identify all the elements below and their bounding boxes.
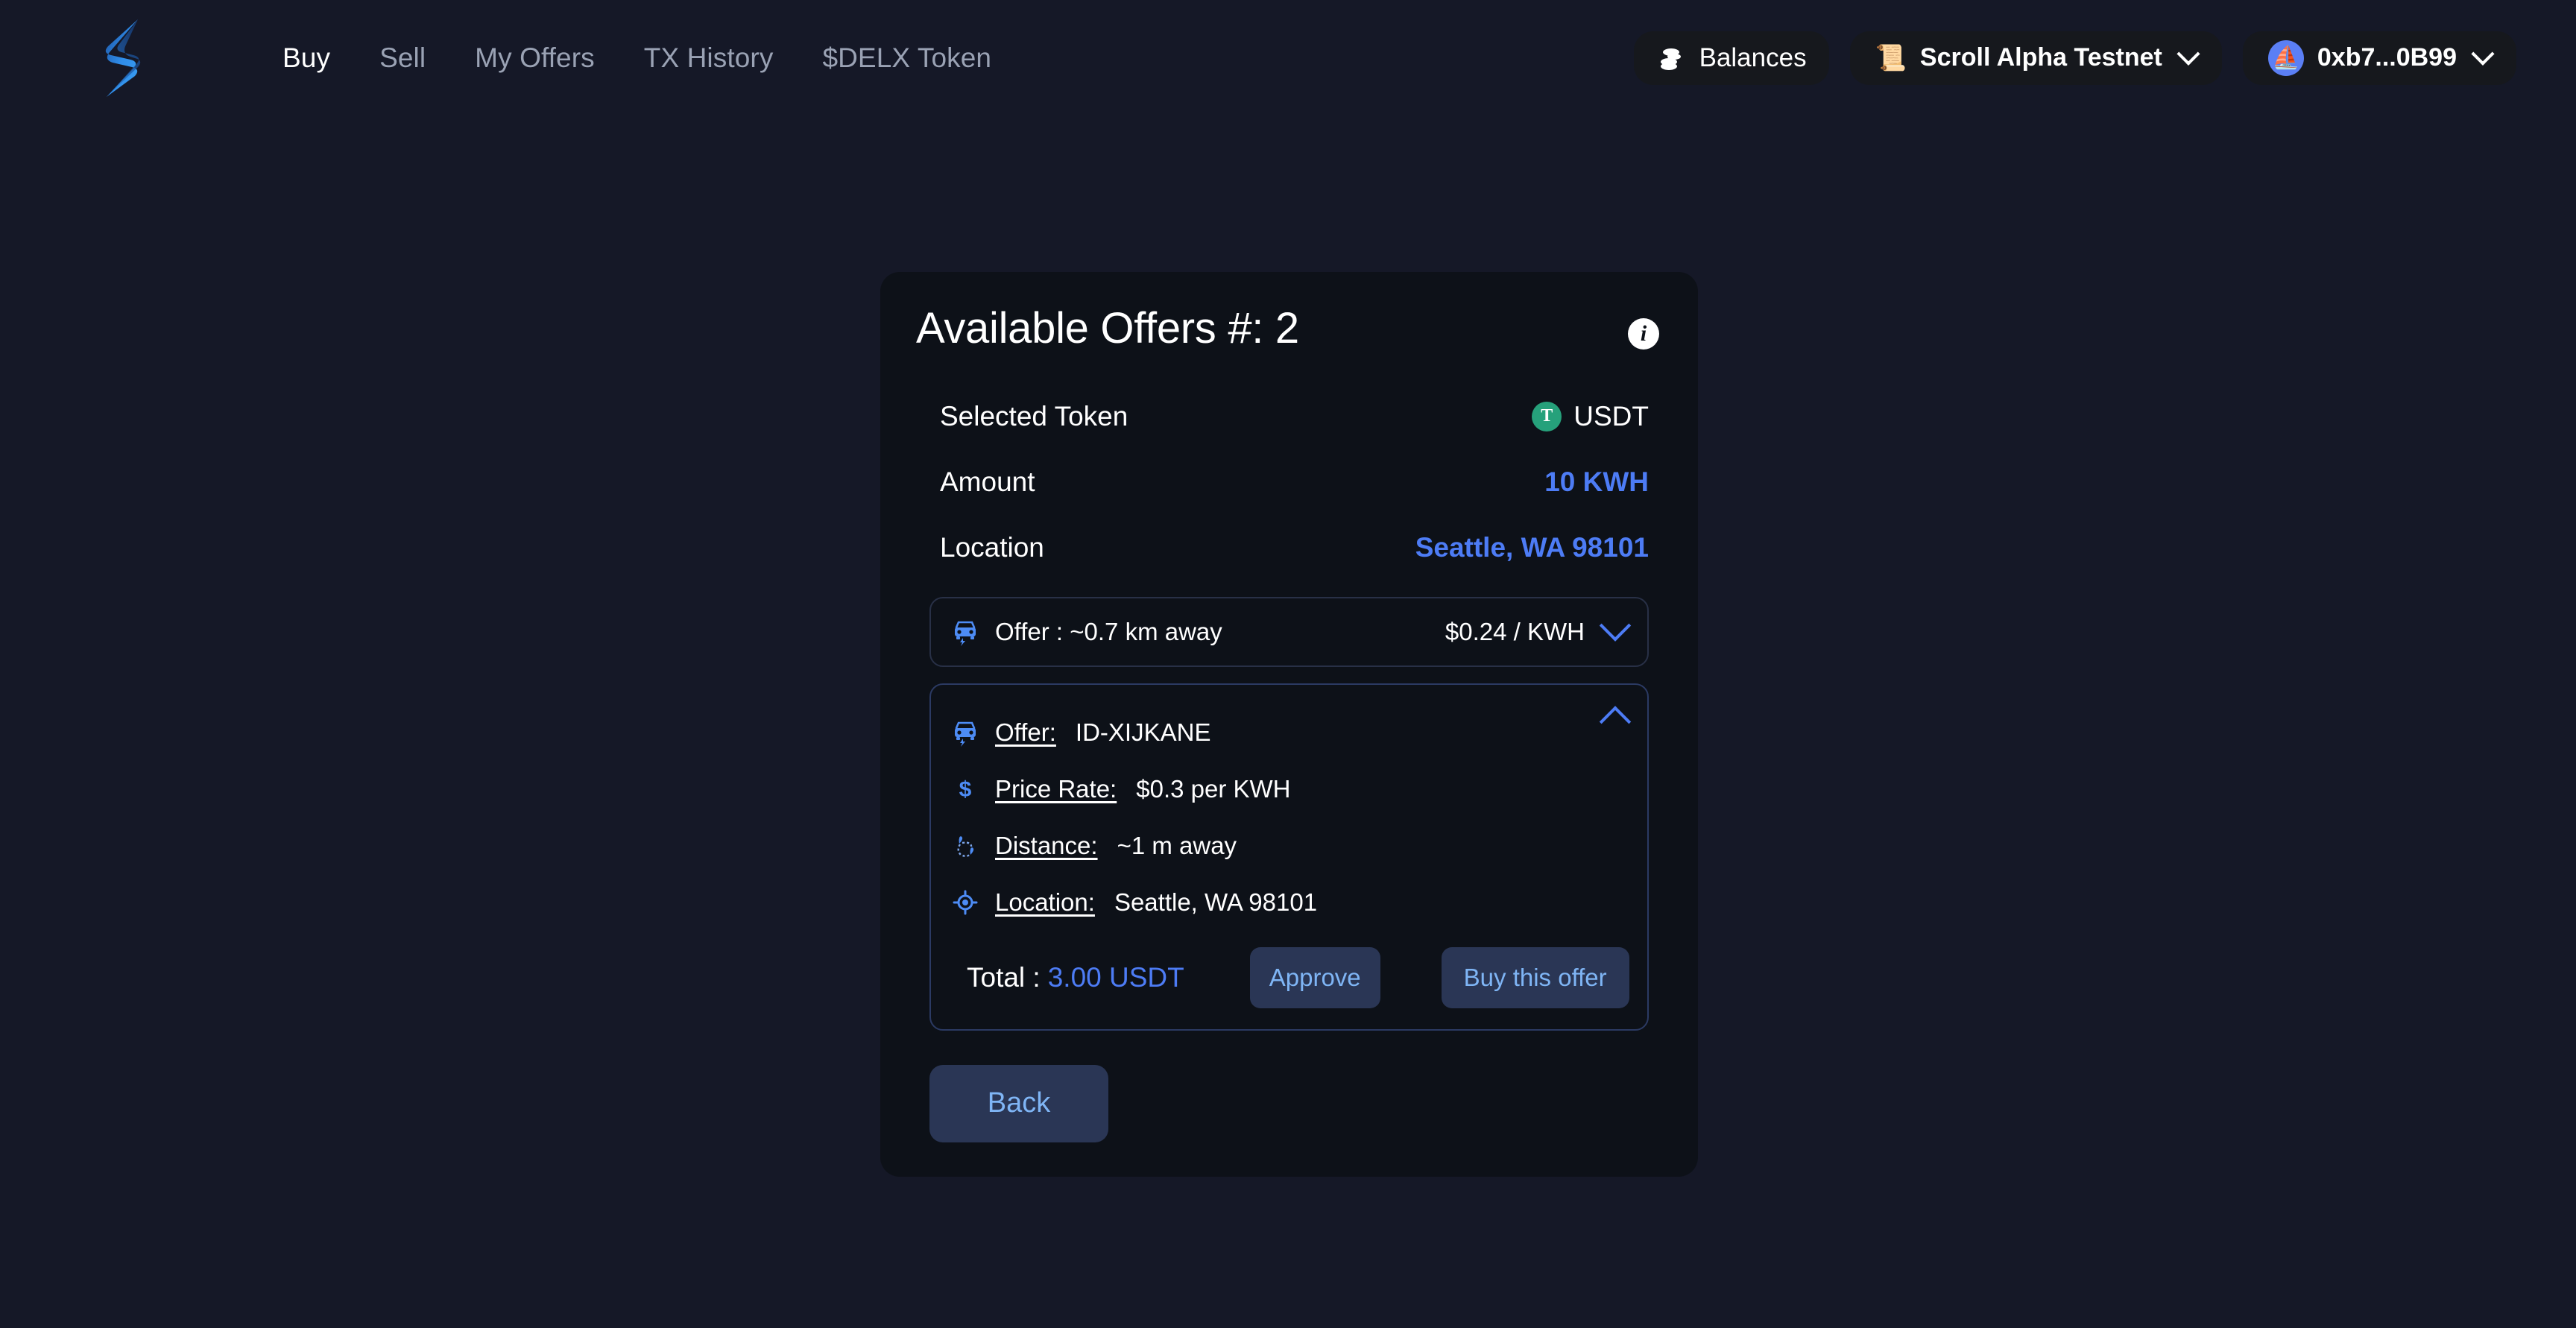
- wallet-address-label: 0xb7...0B99: [2317, 43, 2457, 72]
- row-location: Location Seattle, WA 98101: [940, 515, 1649, 581]
- card-header: Available Offers #: 2 i: [916, 305, 1662, 352]
- top-navbar: Buy Sell My Offers TX History $DELX Toke…: [0, 0, 2576, 116]
- row-selected-token: Selected Token T USDT: [940, 384, 1649, 449]
- ev-car-icon: [955, 721, 976, 747]
- offer-collapsed-price: $0.24 / KWH: [1445, 617, 1585, 645]
- detail-key-distance: Distance:: [995, 831, 1098, 859]
- header-actions: Balances 📜 Scroll Alpha Testnet ⛵ 0xb7..…: [1633, 31, 2531, 85]
- nav-item-tx-history[interactable]: TX History: [619, 42, 798, 74]
- detail-key-location: Location:: [995, 888, 1095, 916]
- balances-button[interactable]: Balances: [1633, 31, 1829, 85]
- location-value: Seattle, WA 98101: [1415, 531, 1649, 563]
- chevron-down-icon: [2471, 42, 2495, 66]
- chevron-down-icon[interactable]: [1599, 610, 1632, 642]
- amount-value: 10 KWH: [1544, 466, 1649, 497]
- app-logo[interactable]: [89, 16, 158, 100]
- detail-distance: Distance: ~1 m away: [950, 818, 1626, 874]
- ev-car-icon: [955, 621, 976, 646]
- detail-key-price-rate: Price Rate:: [995, 774, 1117, 803]
- total-label: Total :3.00 USDT: [967, 962, 1184, 993]
- info-icon[interactable]: i: [1628, 318, 1659, 350]
- offer-collapsed-label: Offer : ~0.7 km away: [995, 617, 1222, 645]
- offer-collapsed-row[interactable]: Offer : ~0.7 km away $0.24 / KWH: [931, 598, 1647, 665]
- coins-icon: [1660, 48, 1681, 70]
- card-footer: Back: [916, 1064, 1662, 1142]
- approve-button[interactable]: Approve: [1249, 946, 1380, 1008]
- location-target-icon: [953, 890, 978, 915]
- detail-price-rate: $ Price Rate: $0.3 per KWH: [950, 761, 1626, 818]
- detail-value-offer: ID-XIJKANE: [1075, 718, 1211, 746]
- balances-label: Balances: [1699, 42, 1807, 72]
- summary-list: Selected Token T USDT Amount 10 KWH Loca…: [916, 384, 1662, 581]
- detail-offer-id: Offer: ID-XIJKANE: [950, 704, 1210, 761]
- selected-token-label: Selected Token: [940, 400, 1128, 431]
- offers-list: Offer : ~0.7 km away $0.24 / KWH Offer: …: [916, 596, 1662, 1031]
- total-value: 3.00 USDT: [1047, 961, 1184, 993]
- network-selector[interactable]: 📜 Scroll Alpha Testnet: [1849, 31, 2222, 85]
- svg-text:$: $: [959, 777, 972, 802]
- offer-collapsed-right: $0.24 / KWH: [1445, 610, 1632, 646]
- detail-value-distance: ~1 m away: [1117, 831, 1237, 859]
- main-nav: Buy Sell My Offers TX History $DELX Toke…: [258, 42, 1016, 74]
- route-icon: [957, 835, 974, 857]
- detail-value-price-rate: $0.3 per KWH: [1136, 774, 1291, 803]
- detail-location: Location: Seattle, WA 98101: [950, 874, 1626, 931]
- amount-label: Amount: [940, 466, 1035, 497]
- page-title: Available Offers #: 2: [916, 304, 1299, 352]
- wallet-avatar-icon: ⛵: [2267, 39, 2304, 76]
- nav-item-my-offers[interactable]: My Offers: [450, 42, 619, 74]
- total-label-text: Total :: [967, 961, 1041, 993]
- selected-token-text: USDT: [1573, 400, 1649, 431]
- offer-collapsed-left: Offer : ~0.7 km away: [950, 617, 1222, 647]
- scroll-icon: 📜: [1875, 43, 1907, 72]
- location-label: Location: [940, 531, 1044, 563]
- offer-expanded-header: Offer: ID-XIJKANE: [950, 704, 1632, 761]
- selected-token-value: T USDT: [1532, 401, 1649, 432]
- nav-item-delx-token[interactable]: $DELX Token: [798, 42, 1016, 74]
- page-body: Available Offers #: 2 i Selected Token T…: [0, 116, 2576, 1328]
- usdt-token-icon: T: [1532, 401, 1562, 431]
- detail-value-location: Seattle, WA 98101: [1114, 888, 1318, 916]
- offer-item-expanded: Offer: ID-XIJKANE $ Price Rate: $0.3 per…: [929, 683, 1649, 1031]
- buy-this-offer-button[interactable]: Buy this offer: [1441, 946, 1629, 1008]
- offer-footer: Total :3.00 USDT Approve Buy this offer: [950, 946, 1629, 1008]
- dollar-icon: $: [959, 777, 972, 802]
- wallet-address-button[interactable]: ⛵ 0xb7...0B99: [2242, 31, 2516, 85]
- chevron-down-icon: [2176, 42, 2200, 66]
- chevron-up-icon[interactable]: [1599, 706, 1632, 738]
- offer-item-collapsed[interactable]: Offer : ~0.7 km away $0.24 / KWH: [929, 596, 1649, 667]
- back-button[interactable]: Back: [929, 1064, 1108, 1142]
- row-amount: Amount 10 KWH: [940, 449, 1649, 515]
- detail-key-offer: Offer:: [995, 718, 1056, 746]
- nav-item-buy[interactable]: Buy: [258, 42, 355, 74]
- nav-item-sell[interactable]: Sell: [355, 42, 450, 74]
- bolt-logo-icon: [105, 19, 141, 97]
- network-label: Scroll Alpha Testnet: [1919, 43, 2162, 72]
- available-offers-card: Available Offers #: 2 i Selected Token T…: [880, 272, 1698, 1177]
